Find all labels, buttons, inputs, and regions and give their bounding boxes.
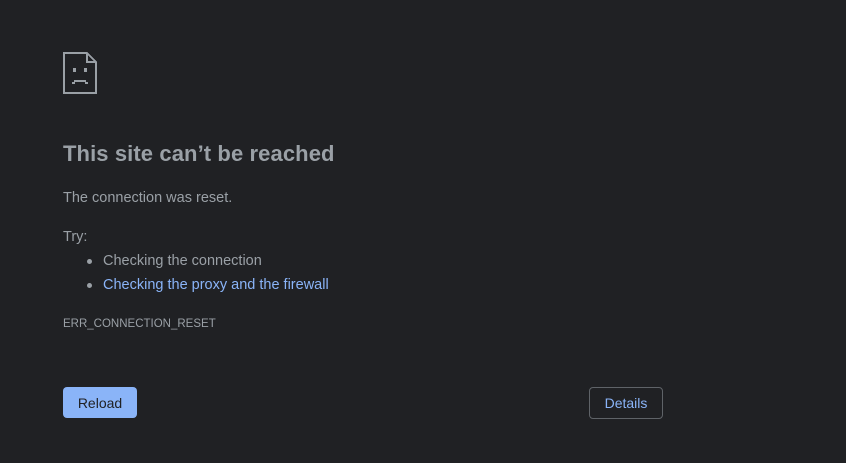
try-label: Try: <box>63 229 88 245</box>
details-button[interactable]: Details <box>589 387 663 419</box>
suggestion-list: Checking the connection Checking the pro… <box>63 252 329 300</box>
bullet-icon <box>87 259 92 264</box>
bullet-icon <box>87 283 92 288</box>
suggestion-check-proxy-link[interactable]: Checking the proxy and the firewall <box>103 277 329 293</box>
suggestion-item: Checking the proxy and the firewall <box>63 276 329 300</box>
reload-button[interactable]: Reload <box>63 387 137 418</box>
error-code: ERR_CONNECTION_RESET <box>63 318 216 330</box>
error-page: This site can’t be reached The connectio… <box>0 0 846 463</box>
sad-page-icon <box>63 52 97 94</box>
page-title: This site can’t be reached <box>63 141 335 166</box>
suggestion-item: Checking the connection <box>63 252 329 276</box>
error-summary: The connection was reset. <box>63 190 233 206</box>
suggestion-check-connection: Checking the connection <box>103 253 262 269</box>
